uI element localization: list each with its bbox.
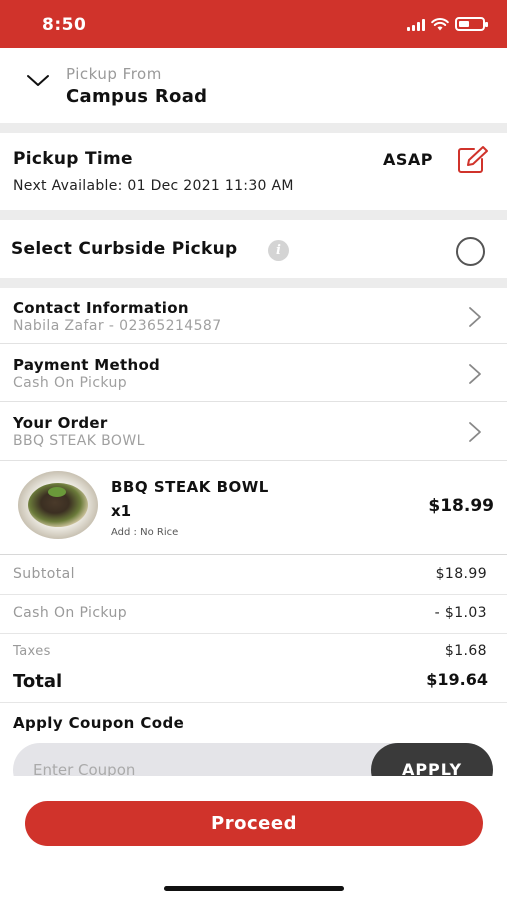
status-icons	[407, 17, 488, 31]
pickup-time-section: Pickup Time Next Available: 01 Dec 2021 …	[0, 133, 507, 210]
order-item-addon: Add : No Rice	[111, 527, 179, 538]
row-subtitle: Cash On Pickup	[13, 375, 128, 391]
total-value: $19.64	[426, 670, 488, 689]
order-item-price: $18.99	[428, 496, 494, 516]
curbside-pickup-option[interactable]: Select Curbside Pickup i	[0, 220, 507, 278]
discount-label: Cash On Pickup	[13, 605, 128, 621]
discount-value: - $1.03	[434, 605, 487, 621]
payment-method-row[interactable]: Payment Method Cash On Pickup	[0, 345, 507, 402]
section-divider	[0, 210, 507, 220]
row-title: Your Order	[13, 414, 108, 432]
wifi-icon	[431, 18, 449, 31]
order-item: BBQ STEAK BOWL x1 Add : No Rice $18.99	[0, 461, 507, 555]
curbside-radio[interactable]	[456, 237, 485, 266]
apply-coupon-button[interactable]: APPLY	[371, 743, 493, 776]
your-order-row[interactable]: Your Order BBQ STEAK BOWL	[0, 403, 507, 461]
order-item-name: BBQ STEAK BOWL	[111, 478, 269, 496]
chevron-down-icon[interactable]	[26, 74, 50, 88]
subtotal-row: Subtotal $18.99	[0, 556, 507, 594]
chevron-right-icon	[469, 422, 481, 442]
curbside-label: Select Curbside Pickup	[11, 239, 238, 259]
proceed-button[interactable]: Proceed	[25, 801, 483, 846]
pickup-time-title: Pickup Time	[13, 149, 133, 169]
order-item-quantity: x1	[111, 502, 132, 520]
pickup-mode: ASAP	[383, 150, 434, 169]
coupon-field: APPLY	[13, 743, 493, 776]
next-available-text: Next Available: 01 Dec 2021 11:30 AM	[13, 178, 294, 194]
row-subtitle: BBQ STEAK BOWL	[13, 433, 145, 449]
row-title: Payment Method	[13, 356, 161, 374]
signal-icon	[407, 19, 425, 31]
status-time: 8:50	[42, 15, 87, 35]
section-divider	[0, 123, 507, 133]
total-label: Total	[13, 671, 63, 692]
taxes-label: Taxes	[13, 644, 51, 659]
pickup-location-name: Campus Road	[66, 86, 208, 107]
home-indicator	[164, 886, 344, 891]
taxes-value: $1.68	[444, 643, 487, 659]
taxes-row: Taxes $1.68	[0, 634, 507, 664]
contact-information-row[interactable]: Contact Information Nabila Zafar - 02365…	[0, 288, 507, 344]
pickup-location-selector[interactable]: Pickup From Campus Road	[0, 48, 507, 123]
food-image	[18, 471, 98, 539]
status-bar: 8:50	[0, 0, 507, 48]
footer: Proceed	[0, 776, 507, 900]
chevron-right-icon	[469, 364, 481, 384]
divider	[0, 702, 507, 703]
discount-row: Cash On Pickup - $1.03	[0, 595, 507, 633]
coupon-title: Apply Coupon Code	[13, 714, 185, 732]
chevron-right-icon	[469, 307, 481, 327]
row-subtitle: Nabila Zafar - 02365214587	[13, 318, 222, 334]
pickup-from-label: Pickup From	[66, 65, 162, 83]
section-divider	[0, 278, 507, 288]
info-icon[interactable]: i	[268, 240, 289, 261]
battery-icon	[455, 17, 488, 31]
edit-icon[interactable]	[456, 145, 490, 175]
row-title: Contact Information	[13, 299, 189, 317]
subtotal-value: $18.99	[435, 566, 487, 582]
subtotal-label: Subtotal	[13, 566, 75, 582]
